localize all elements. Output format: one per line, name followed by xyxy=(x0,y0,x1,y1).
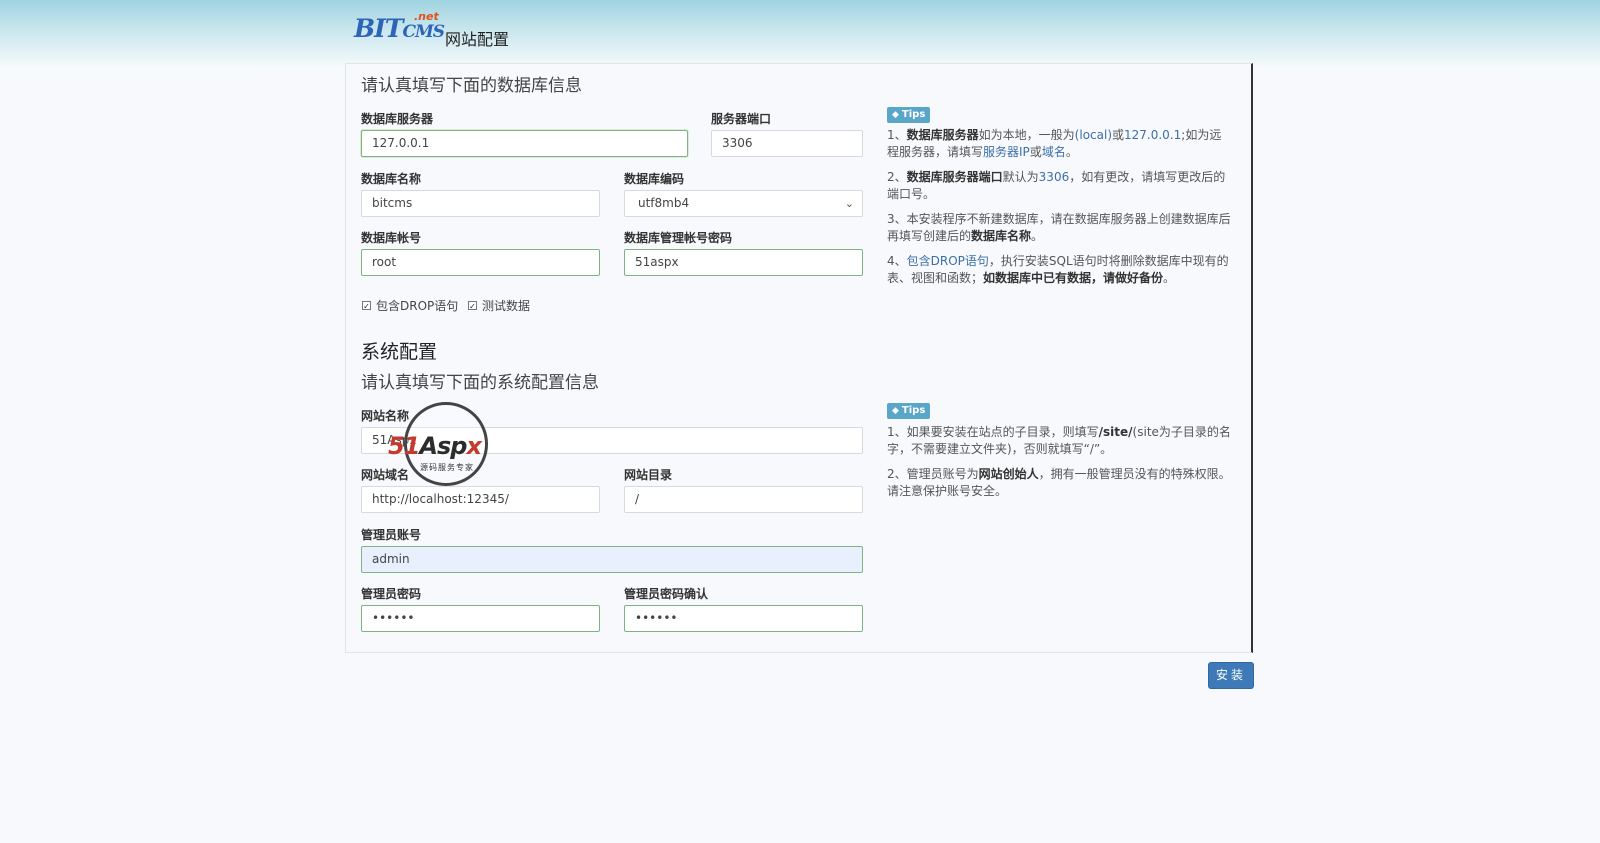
db-account-input[interactable]: root xyxy=(361,249,600,276)
drop-checkbox[interactable]: ✓ xyxy=(362,301,371,311)
db-server-input[interactable]: 127.0.0.1 xyxy=(361,130,688,157)
page-title: 网站配置 xyxy=(445,30,510,49)
db-tip-1: 1、数据库服务器如为本地，一般为(local)或127.0.0.1;如为远程服务… xyxy=(887,128,1222,159)
db-name-input[interactable]: bitcms xyxy=(361,190,600,217)
sys-tip-1: 1、如果要安装在站点的子目录，则填写/site/(site为子目录的名字，不需要… xyxy=(887,425,1231,456)
admin-account-input[interactable]: admin xyxy=(361,546,863,573)
db-name-label: 数据库名称 xyxy=(361,172,422,186)
logo-cms: CMS xyxy=(402,22,445,42)
drop-checkbox-label: 包含DROP语句 xyxy=(376,299,459,313)
db-tip-4: 4、包含DROP语句，执行安装SQL语句时将删除数据库中现有的表、视图和函数；如… xyxy=(887,254,1229,285)
db-encoding-value: utf8mb4 xyxy=(638,196,690,210)
db-tip-3: 3、本安装程序不新建数据库，请在数据库服务器上创建数据库后再填写创建后的数据库名… xyxy=(887,212,1231,243)
admin-password-label: 管理员密码 xyxy=(361,587,422,601)
admin-password-confirm-label: 管理员密码确认 xyxy=(624,587,709,601)
sys-tips-badge: ◆ Tips xyxy=(887,403,931,419)
db-encoding-label: 数据库编码 xyxy=(624,172,685,186)
logo-net: .net xyxy=(414,10,439,23)
logo-main: BIT xyxy=(354,14,403,43)
db-tip-2: 2、数据库服务器端口默认为3306，如有更改，请填写更改后的端口号。 xyxy=(887,170,1226,201)
install-button[interactable]: 安装 xyxy=(1208,662,1254,689)
db-port-input[interactable]: 3306 xyxy=(711,130,863,157)
db-password-input[interactable]: 51aspx xyxy=(624,249,863,276)
db-tips-badge: ◆ Tips xyxy=(887,107,931,123)
tag-icon: ◆ xyxy=(892,110,899,120)
admin-password-confirm-input[interactable]: •••••• xyxy=(624,605,863,632)
chevron-down-icon: ⌄ xyxy=(844,197,854,210)
db-port-label: 服务器端口 xyxy=(711,112,772,126)
bitcms-logo: BITCMS .net xyxy=(354,10,445,48)
sys-tip-2: 2、管理员账号为网站创始人，拥有一般管理员没有的特殊权限。请注意保护账号安全。 xyxy=(887,467,1231,498)
db-account-label: 数据库帐号 xyxy=(361,231,422,245)
database-subtitle: 请认真填写下面的数据库信息 xyxy=(361,76,582,96)
top-banner: BITCMS .net 网站配置 xyxy=(0,0,1600,66)
site-dir-input[interactable]: / xyxy=(624,486,863,513)
testdata-checkbox[interactable]: ✓ xyxy=(468,301,477,311)
testdata-checkbox-label: 测试数据 xyxy=(482,299,531,313)
db-server-label: 数据库服务器 xyxy=(361,112,434,126)
admin-password-input[interactable]: •••••• xyxy=(361,605,600,632)
admin-account-label: 管理员账号 xyxy=(361,528,422,542)
system-subtitle: 请认真填写下面的系统配置信息 xyxy=(361,373,599,393)
site-dir-label: 网站目录 xyxy=(624,468,673,482)
db-encoding-select[interactable]: utf8mb4 ⌄ xyxy=(624,190,863,217)
51aspx-watermark: 51Aspx 源码服务专家 xyxy=(388,402,508,492)
system-title: 系统配置 xyxy=(361,341,438,363)
tag-icon: ◆ xyxy=(892,406,899,416)
db-password-label: 数据库管理帐号密码 xyxy=(624,231,733,245)
